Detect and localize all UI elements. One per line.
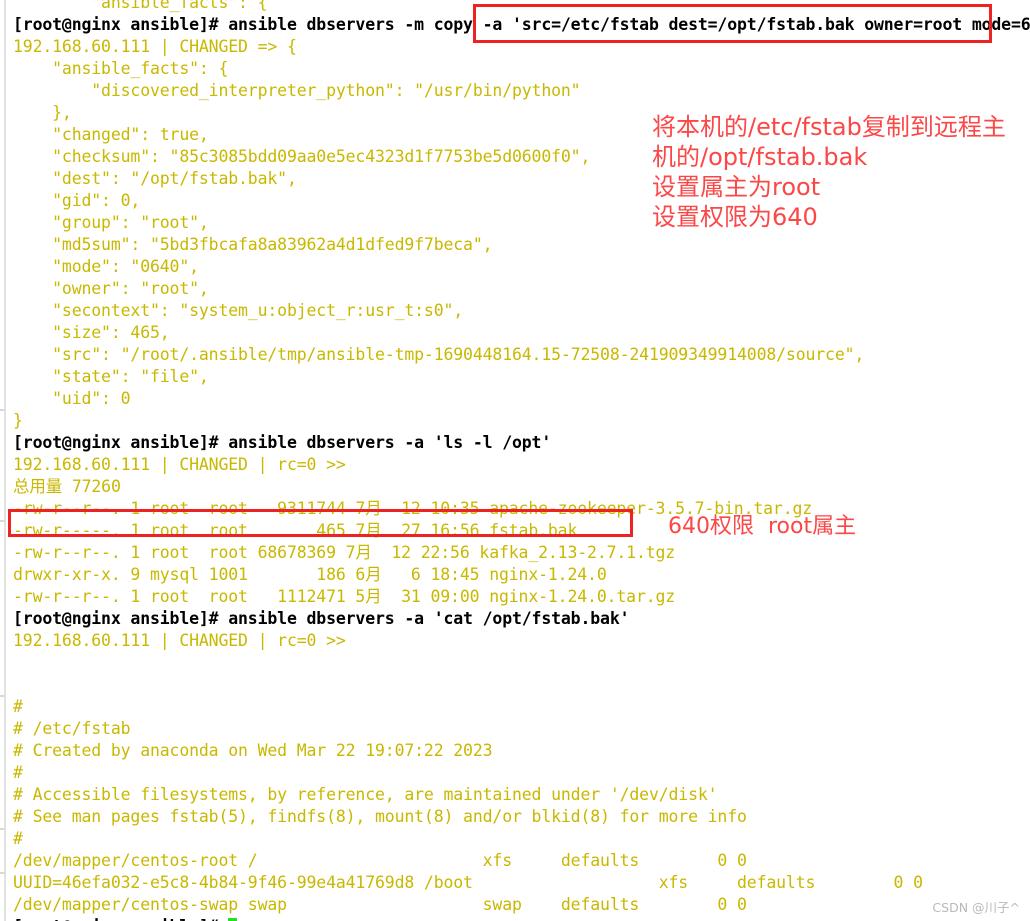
terminal-output-line: "owner": "root", — [13, 279, 209, 298]
terminal-output-line: "secontext": "system_u:object_r:usr_t:s0… — [13, 301, 464, 320]
terminal-output-line: "mode": "0640", — [13, 257, 199, 276]
terminal-window[interactable]: "ansible_facts": { [root@nginx ansible]# … — [0, 0, 1030, 921]
terminal-output-line: # — [13, 697, 23, 716]
terminal-output-line: 192.168.60.111 | CHANGED | rc=0 >> — [13, 631, 346, 650]
terminal-output-line: 192.168.60.111 | CHANGED | rc=0 >> — [13, 455, 346, 474]
terminal-output-line: 总用量 77260 — [13, 477, 121, 496]
terminal-command-line: [root@nginx ansible]# ansible dbservers … — [13, 433, 552, 452]
gutter-tick — [0, 520, 5, 522]
terminal-output-line: UUID=46efa032-e5c8-4b84-9f46-99e4a41769d… — [13, 873, 923, 892]
terminal-output-line: -rw-r--r--. 1 root root 1112471 5月 31 09… — [13, 587, 676, 606]
annotation-permission-owner: 640权限 root属主 — [668, 514, 857, 539]
terminal-output-line: "discovered_interpreter_python": "/usr/b… — [13, 81, 581, 100]
terminal-output-line: "md5sum": "5bd3fbcafa8a83962a4d1dfed9f7b… — [13, 235, 493, 254]
gutter-tick — [0, 872, 5, 874]
terminal-output-line: /dev/mapper/centos-swap swap swap defaul… — [13, 895, 747, 914]
gutter-tick — [0, 409, 5, 411]
csdn-watermark: CSDN @川子^ — [932, 900, 1020, 915]
annotation-copy-description: 将本机的/etc/fstab复制到远程主 机的/opt/fstab.bak 设置… — [652, 113, 1006, 231]
terminal-active-prompt[interactable]: [root@nginx ansible]# — [13, 916, 1023, 921]
terminal-output-line: "src": "/root/.ansible/tmp/ansible-tmp-1… — [13, 345, 865, 364]
terminal-output-line: /dev/mapper/centos-root / xfs defaults 0… — [13, 851, 747, 870]
terminal-output-line: # Created by anaconda on Wed Mar 22 19:0… — [13, 741, 493, 760]
terminal-output-line: -rw-r--r--. 1 root root 9311744 7月 12 10… — [13, 499, 813, 518]
terminal-output-line: # Accessible filesystems, by reference, … — [13, 785, 718, 804]
terminal-output-line: -rw-r--r--. 1 root root 68678369 7月 12 2… — [13, 543, 676, 562]
gutter-tick — [0, 695, 5, 697]
terminal-output-line: "size": 465, — [13, 323, 170, 342]
terminal-output-line: # /etc/fstab — [13, 719, 131, 738]
terminal-output-line: 192.168.60.111 | CHANGED => { — [13, 37, 297, 56]
gutter-tick — [0, 828, 5, 830]
terminal-command-line: [root@nginx ansible]# ansible dbservers … — [13, 15, 1030, 34]
terminal-output-line: # — [13, 829, 23, 848]
terminal-output-line: "uid": 0 — [13, 389, 131, 408]
terminal-output-line: "ansible_facts": { — [13, 0, 268, 12]
terminal-output-line: "state": "file", — [13, 367, 209, 386]
terminal-output-line: -rw-r-----. 1 root root 465 7月 27 16:56 … — [13, 521, 578, 540]
terminal-output-line: } — [13, 411, 23, 430]
window-left-edge — [4, 0, 6, 921]
terminal-output-line: # See man pages fstab(5), findfs(8), mou… — [13, 807, 747, 826]
terminal-output-line: # — [13, 763, 23, 782]
prompt-label: [root@nginx ansible]# — [13, 917, 228, 921]
terminal-output-line: "ansible_facts": { — [13, 59, 229, 78]
terminal-command-line: [root@nginx ansible]# ansible dbservers … — [13, 609, 630, 628]
terminal-output-line: drwxr-xr-x. 9 mysql 1001 186 6月 6 18:45 … — [13, 565, 607, 584]
